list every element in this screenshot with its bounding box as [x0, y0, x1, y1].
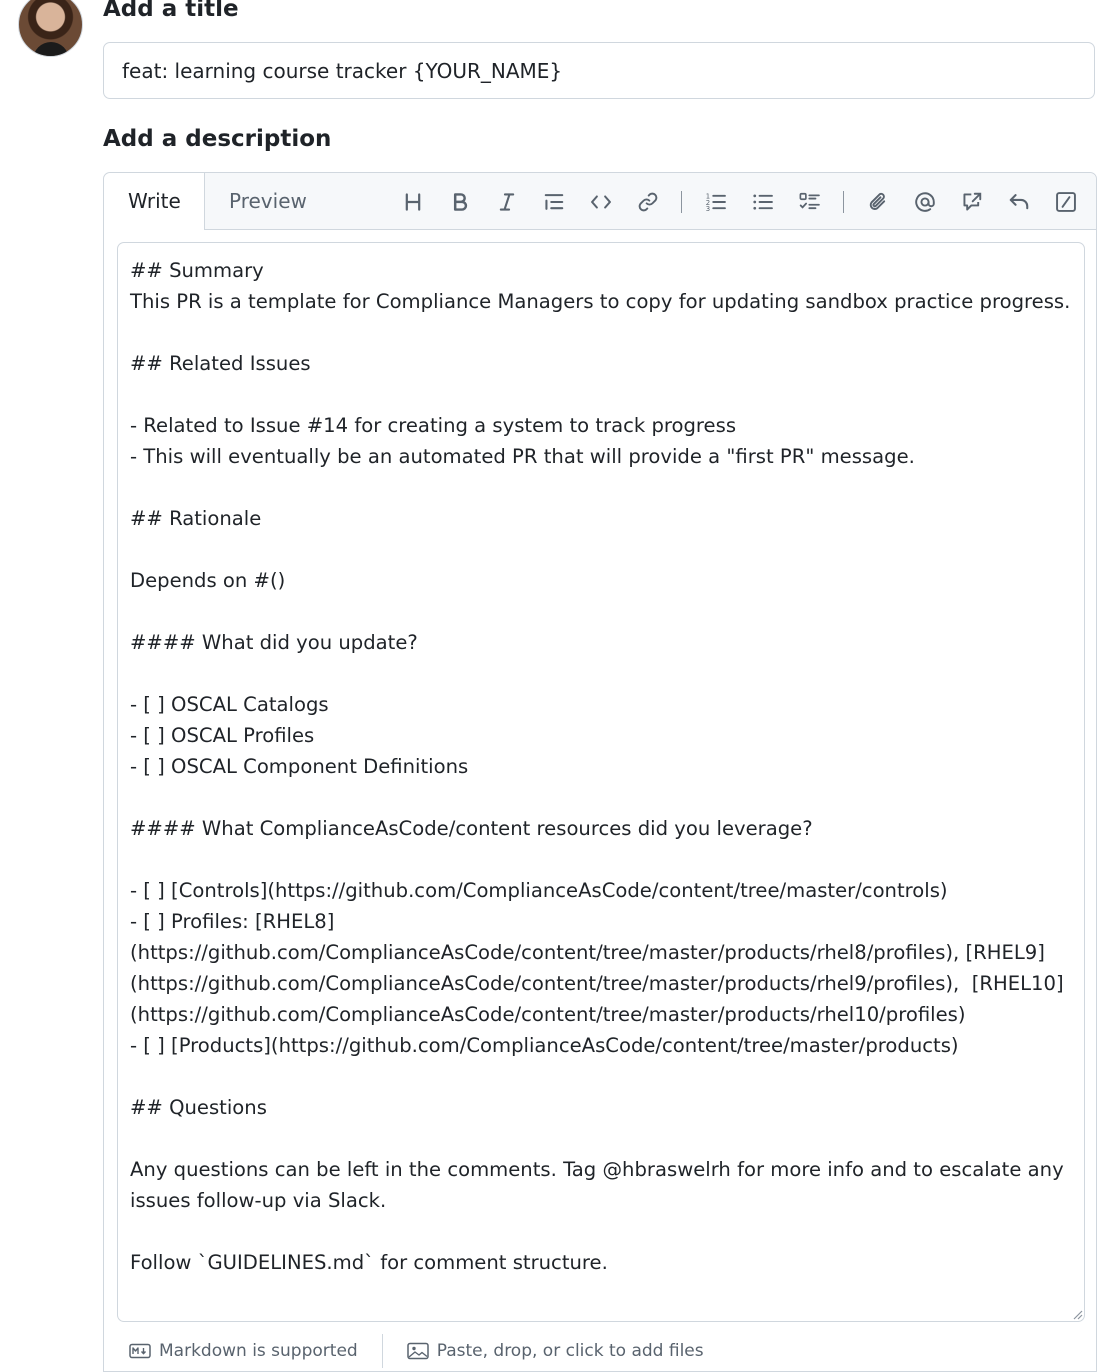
title-input[interactable]: [103, 42, 1095, 99]
link-icon[interactable]: [624, 185, 671, 219]
ordered-list-icon[interactable]: 123: [692, 185, 739, 219]
tab-write[interactable]: Write: [104, 173, 205, 230]
editor-footer: Markdown is supported Paste, drop, or cl…: [117, 1331, 1085, 1371]
quote-icon[interactable]: [530, 185, 577, 219]
unordered-list-icon[interactable]: [739, 185, 786, 219]
code-icon[interactable]: [577, 185, 624, 219]
heading-icon[interactable]: [389, 185, 436, 219]
reference-icon[interactable]: [948, 185, 995, 219]
tab-preview[interactable]: Preview: [205, 173, 331, 230]
add-files-note: Paste, drop, or click to add files: [436, 1341, 704, 1361]
image-icon: [406, 1342, 429, 1360]
bold-icon[interactable]: [436, 185, 483, 219]
attach-icon[interactable]: [854, 185, 901, 219]
markdown-support-link[interactable]: Markdown is supported: [117, 1341, 370, 1361]
editor-tabbar: Write Preview 123: [104, 173, 1096, 230]
markdown-note: Markdown is supported: [159, 1341, 358, 1361]
toolbar-divider: [843, 191, 844, 213]
markdown-icon: [129, 1343, 151, 1359]
add-files-button[interactable]: Paste, drop, or click to add files: [395, 1341, 716, 1361]
title-label: Add a title: [103, 0, 239, 22]
mention-icon[interactable]: [901, 185, 948, 219]
slash-command-icon[interactable]: [1042, 185, 1089, 219]
resize-handle-icon[interactable]: [1073, 1310, 1083, 1320]
description-label: Add a description: [103, 126, 332, 152]
undo-icon[interactable]: [995, 185, 1042, 219]
toolbar-divider: [681, 191, 682, 213]
description-editor: Write Preview 123 ## Summary This PR is …: [103, 172, 1097, 1372]
description-textarea[interactable]: ## Summary This PR is a template for Com…: [117, 242, 1085, 1322]
task-list-icon[interactable]: [786, 185, 833, 219]
svg-text:3: 3: [705, 205, 709, 213]
user-avatar: [18, 0, 83, 57]
footer-divider: [381, 1334, 383, 1368]
italic-icon[interactable]: [483, 185, 530, 219]
formatting-toolbar: 123: [389, 185, 1089, 219]
